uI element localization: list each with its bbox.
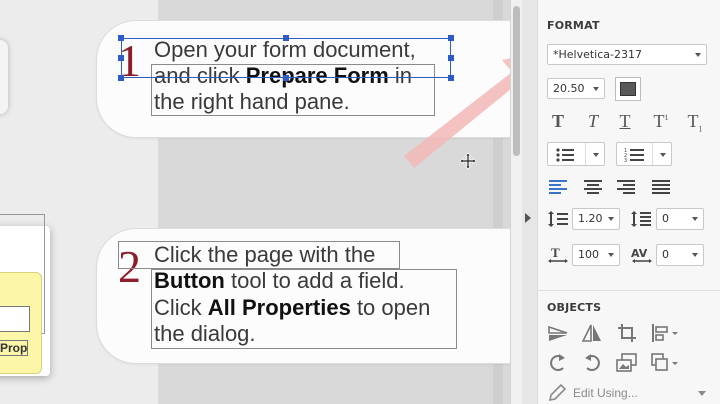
resize-handle-ml[interactable]	[118, 55, 124, 61]
resize-handle-tl[interactable]	[118, 35, 124, 41]
flip-horizontal-icon[interactable]	[582, 323, 602, 343]
chevron-down-icon	[660, 153, 666, 157]
paragraph-spacing-value: 0	[662, 212, 669, 225]
align-center-icon[interactable]	[584, 180, 602, 194]
font-family-dropdown[interactable]: *Helvetica-2317	[547, 44, 707, 65]
font-family-value: *Helvetica-2317	[553, 48, 642, 61]
chevron-down-icon	[608, 217, 614, 221]
edit-using-pencil-icon	[548, 384, 566, 402]
italic-text-icon[interactable]: T	[583, 112, 603, 130]
chevron-down-icon	[608, 253, 614, 257]
align-objects-icon[interactable]	[651, 323, 679, 343]
replace-image-icon[interactable]	[616, 353, 638, 373]
flip-vertical-icon[interactable]	[548, 323, 568, 343]
resize-handle-bm[interactable]	[283, 75, 289, 81]
bullet-list-icon	[556, 148, 574, 162]
rotate-right-icon[interactable]	[582, 353, 602, 373]
button-field-input[interactable]	[0, 306, 30, 332]
objects-section-title: OBJECTS	[547, 301, 602, 314]
dropdown-divider	[652, 143, 653, 165]
document-canvas[interactable]: Properties 1 Open your form document, an…	[0, 0, 510, 404]
numbered-list-dropdown[interactable]: 1 2 3	[616, 142, 672, 166]
text-field-box-2a[interactable]	[118, 241, 400, 269]
character-spacing-value: 0	[662, 248, 669, 261]
chevron-down-icon	[692, 217, 698, 221]
line-spacing-value: 1.20	[578, 212, 603, 225]
align-left-icon[interactable]	[549, 180, 567, 194]
svg-text:T: T	[551, 246, 560, 260]
collapse-panel-icon[interactable]	[524, 212, 532, 224]
move-cursor-icon	[459, 152, 477, 170]
crop-icon[interactable]	[617, 323, 637, 343]
bold-text-icon[interactable]: T	[548, 112, 568, 130]
align-justify-icon[interactable]	[652, 180, 670, 194]
subscript-letter: T	[687, 111, 699, 131]
chevron-down-icon[interactable]	[698, 391, 706, 396]
canvas-scrollbar[interactable]	[510, 0, 522, 404]
scrollbar-thumb[interactable]	[513, 6, 520, 156]
font-size-dropdown[interactable]: 20.50	[547, 78, 605, 99]
character-spacing-icon: AV	[631, 247, 652, 263]
numbered-list-icon: 1 2 3	[624, 148, 644, 163]
chevron-down-icon	[692, 253, 698, 257]
character-spacing-dropdown[interactable]: 0	[656, 244, 704, 266]
horizontal-scale-value: 100	[578, 248, 599, 261]
paragraph-spacing-icon	[631, 211, 651, 227]
all-properties-partial-label[interactable]: Properties	[0, 340, 28, 356]
svg-text:AV: AV	[631, 247, 648, 260]
text-color-swatch[interactable]	[615, 77, 641, 101]
rotate-left-icon[interactable]	[548, 353, 568, 373]
underline-text-icon[interactable]: T	[615, 112, 635, 130]
horizontal-scale-dropdown[interactable]: 100	[572, 244, 620, 266]
text-field-box-2b[interactable]	[151, 269, 457, 349]
font-size-value: 20.50	[553, 82, 585, 95]
chevron-down-icon	[593, 87, 599, 91]
resize-handle-tm[interactable]	[283, 35, 289, 41]
thumbnail-ghost	[0, 40, 8, 114]
edit-using-label[interactable]: Edit Using...	[573, 386, 638, 400]
horizontal-scale-icon: T	[548, 246, 568, 263]
format-section-title: FORMAT	[547, 19, 600, 32]
arrow-shape	[404, 58, 510, 168]
chevron-down-icon	[695, 53, 701, 57]
paragraph-spacing-dropdown[interactable]: 0	[656, 208, 704, 230]
arrange-objects-icon[interactable]	[651, 353, 679, 373]
resize-handle-tr[interactable]	[448, 35, 454, 41]
svg-text:3: 3	[624, 158, 627, 163]
superscript-letter: T	[653, 111, 665, 131]
chevron-down-icon	[593, 153, 599, 157]
align-right-icon[interactable]	[617, 180, 635, 194]
line-spacing-dropdown[interactable]: 1.20	[572, 208, 620, 230]
resize-handle-bl[interactable]	[118, 75, 124, 81]
text-color-fill	[620, 82, 636, 96]
superscript-icon[interactable]: T1	[651, 112, 671, 130]
dropdown-divider	[585, 143, 586, 165]
line-spacing-icon	[548, 211, 568, 227]
subscript-icon[interactable]: T1	[684, 112, 706, 134]
panel-divider	[537, 290, 720, 291]
pointer-arrow-graphic	[404, 58, 510, 168]
bullet-list-dropdown[interactable]	[547, 142, 605, 166]
